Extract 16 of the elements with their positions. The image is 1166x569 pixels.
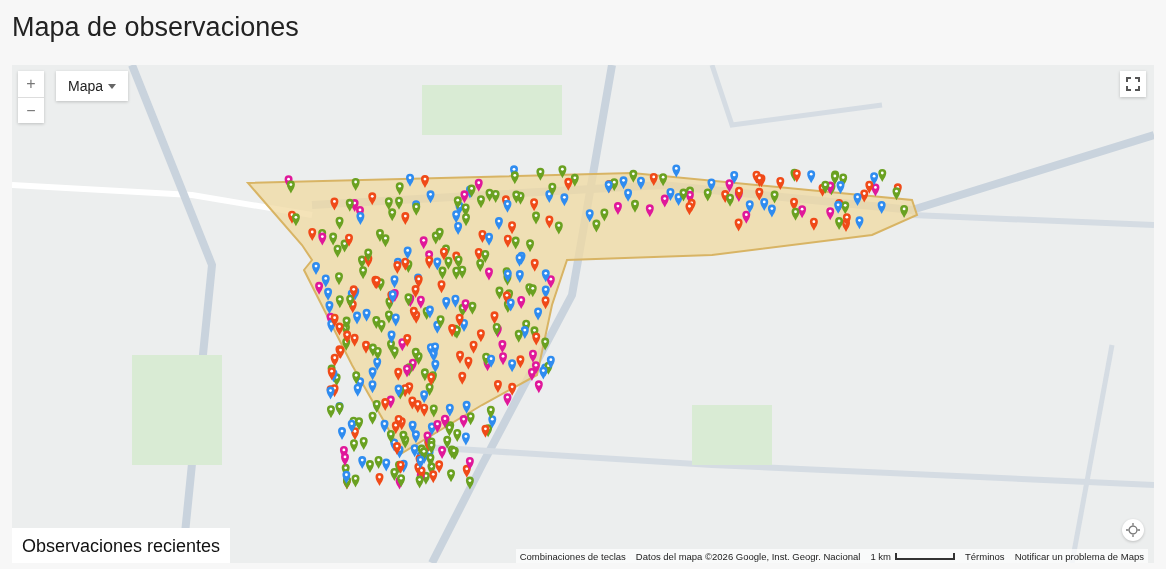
scale-label: 1 km: [870, 550, 892, 562]
fullscreen-icon: [1126, 77, 1140, 91]
map-type-dropdown[interactable]: Mapa: [56, 71, 129, 101]
keyboard-shortcuts-link[interactable]: Combinaciones de teclas: [519, 550, 626, 562]
section-heading: Observaciones recientes: [12, 528, 231, 563]
fullscreen-button[interactable]: [1120, 71, 1146, 97]
zoom-out-button[interactable]: −: [18, 97, 44, 123]
map-attribution: Datos del mapa ©2026 Google, Inst. Geogr. Nacional: [635, 550, 861, 562]
terms-link[interactable]: Términos: [965, 550, 1005, 562]
scale-bar-icon: [895, 552, 956, 560]
map-view[interactable]: + − Mapa Combinaciones de teclas Datos del mapa ©2026 Google, Inst. Geogr. Nacional 1 km Términos Notificar un problema de Maps Observaciones recientes: [12, 65, 1154, 563]
page-title: Mapa de observaciones: [12, 11, 300, 44]
crosshair-icon: [1126, 523, 1140, 537]
zoom-in-button[interactable]: +: [18, 71, 44, 97]
caret-icon: [108, 83, 117, 89]
report-problem-link[interactable]: Notificar un problema de Maps: [1014, 550, 1144, 562]
